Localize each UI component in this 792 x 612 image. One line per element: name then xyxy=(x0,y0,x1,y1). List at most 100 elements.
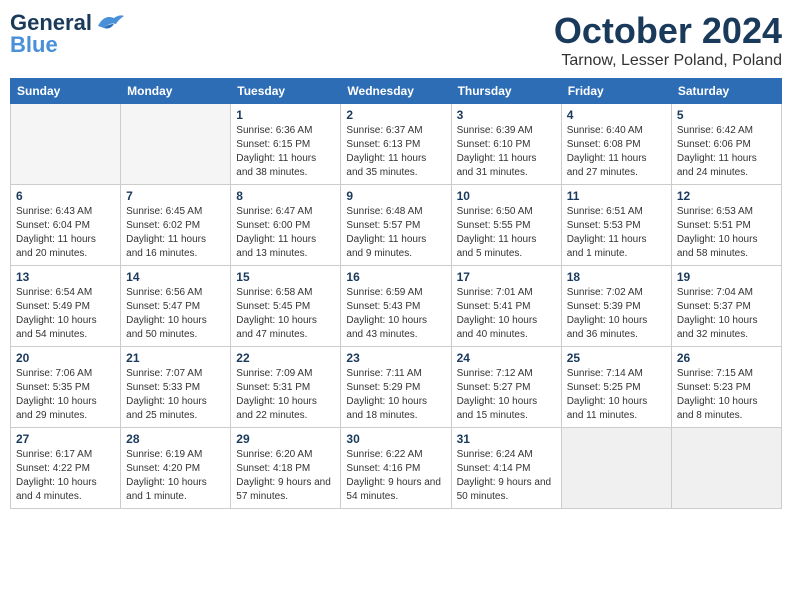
day-number: 11 xyxy=(567,189,666,203)
day-info: Sunrise: 6:51 AM Sunset: 5:53 PM Dayligh… xyxy=(567,205,666,261)
day-info: Sunrise: 6:54 AM Sunset: 5:49 PM Dayligh… xyxy=(16,286,115,342)
day-info: Sunrise: 7:01 AM Sunset: 5:41 PM Dayligh… xyxy=(457,286,556,342)
calendar-cell: 11 Sunrise: 6:51 AM Sunset: 5:53 PM Dayli… xyxy=(561,185,671,266)
day-number: 18 xyxy=(567,270,666,284)
calendar-header-friday: Friday xyxy=(561,79,671,104)
day-info: Sunrise: 7:11 AM Sunset: 5:29 PM Dayligh… xyxy=(346,367,445,423)
calendar-cell: 12 Sunrise: 6:53 AM Sunset: 5:51 PM Dayli… xyxy=(671,185,781,266)
day-number: 16 xyxy=(346,270,445,284)
day-info: Sunrise: 6:59 AM Sunset: 5:43 PM Dayligh… xyxy=(346,286,445,342)
day-number: 24 xyxy=(457,351,556,365)
calendar-cell: 27 Sunrise: 6:17 AM Sunset: 4:22 PM Dayli… xyxy=(11,428,121,509)
day-number: 1 xyxy=(236,108,335,122)
calendar-cell: 2 Sunrise: 6:37 AM Sunset: 6:13 PM Daylig… xyxy=(341,104,451,185)
calendar-header-thursday: Thursday xyxy=(451,79,561,104)
calendar-cell: 25 Sunrise: 7:14 AM Sunset: 5:25 PM Dayli… xyxy=(561,347,671,428)
day-info: Sunrise: 6:47 AM Sunset: 6:00 PM Dayligh… xyxy=(236,205,335,261)
day-number: 5 xyxy=(677,108,776,122)
calendar-cell xyxy=(11,104,121,185)
day-number: 2 xyxy=(346,108,445,122)
day-number: 27 xyxy=(16,432,115,446)
calendar-cell: 21 Sunrise: 7:07 AM Sunset: 5:33 PM Dayli… xyxy=(121,347,231,428)
day-info: Sunrise: 7:07 AM Sunset: 5:33 PM Dayligh… xyxy=(126,367,225,423)
day-number: 30 xyxy=(346,432,445,446)
calendar-cell xyxy=(671,428,781,509)
day-info: Sunrise: 6:22 AM Sunset: 4:16 PM Dayligh… xyxy=(346,448,445,504)
day-number: 20 xyxy=(16,351,115,365)
calendar-cell: 19Sunrise: 7:04 AM Sunset: 5:37 PM Dayli… xyxy=(671,266,781,347)
calendar-cell: 23Sunrise: 7:11 AM Sunset: 5:29 PM Dayli… xyxy=(341,347,451,428)
day-info: Sunrise: 6:24 AM Sunset: 4:14 PM Dayligh… xyxy=(457,448,556,504)
day-info: Sunrise: 7:02 AM Sunset: 5:39 PM Dayligh… xyxy=(567,286,666,342)
day-number: 8 xyxy=(236,189,335,203)
day-info: Sunrise: 6:45 AM Sunset: 6:02 PM Dayligh… xyxy=(126,205,225,261)
month-title: October 2024 xyxy=(554,10,782,52)
calendar-cell: 4 Sunrise: 6:40 AM Sunset: 6:08 PM Daylig… xyxy=(561,104,671,185)
day-info: Sunrise: 6:58 AM Sunset: 5:45 PM Dayligh… xyxy=(236,286,335,342)
day-info: Sunrise: 7:06 AM Sunset: 5:35 PM Dayligh… xyxy=(16,367,115,423)
day-number: 29 xyxy=(236,432,335,446)
day-number: 25 xyxy=(567,351,666,365)
day-info: Sunrise: 6:36 AM Sunset: 6:15 PM Dayligh… xyxy=(236,124,335,180)
calendar-cell: 7Sunrise: 6:45 AM Sunset: 6:02 PM Daylig… xyxy=(121,185,231,266)
calendar-cell: 28 Sunrise: 6:19 AM Sunset: 4:20 PM Dayli… xyxy=(121,428,231,509)
calendar-cell: 29 Sunrise: 6:20 AM Sunset: 4:18 PM Dayli… xyxy=(231,428,341,509)
calendar-header-sunday: Sunday xyxy=(11,79,121,104)
day-info: Sunrise: 6:40 AM Sunset: 6:08 PM Dayligh… xyxy=(567,124,666,180)
day-number: 19 xyxy=(677,270,776,284)
day-info: Sunrise: 6:17 AM Sunset: 4:22 PM Dayligh… xyxy=(16,448,115,504)
day-number: 15 xyxy=(236,270,335,284)
day-info: Sunrise: 6:48 AM Sunset: 5:57 PM Dayligh… xyxy=(346,205,445,261)
day-number: 13 xyxy=(16,270,115,284)
day-info: Sunrise: 6:39 AM Sunset: 6:10 PM Dayligh… xyxy=(457,124,556,180)
calendar-cell: 15 Sunrise: 6:58 AM Sunset: 5:45 PM Dayli… xyxy=(231,266,341,347)
calendar-cell: 18 Sunrise: 7:02 AM Sunset: 5:39 PM Dayli… xyxy=(561,266,671,347)
calendar-cell: 20 Sunrise: 7:06 AM Sunset: 5:35 PM Dayli… xyxy=(11,347,121,428)
location: Tarnow, Lesser Poland, Poland xyxy=(554,52,782,70)
calendar-header-tuesday: Tuesday xyxy=(231,79,341,104)
day-number: 26 xyxy=(677,351,776,365)
logo-bird-icon xyxy=(94,12,126,34)
logo: General Blue xyxy=(10,10,126,58)
calendar-cell: 5 Sunrise: 6:42 AM Sunset: 6:06 PM Daylig… xyxy=(671,104,781,185)
day-number: 9 xyxy=(346,189,445,203)
day-info: Sunrise: 6:53 AM Sunset: 5:51 PM Dayligh… xyxy=(677,205,776,261)
day-info: Sunrise: 7:15 AM Sunset: 5:23 PM Dayligh… xyxy=(677,367,776,423)
calendar-header-wednesday: Wednesday xyxy=(341,79,451,104)
day-number: 28 xyxy=(126,432,225,446)
calendar-cell: 8 Sunrise: 6:47 AM Sunset: 6:00 PM Daylig… xyxy=(231,185,341,266)
day-number: 6 xyxy=(16,189,115,203)
calendar-week-2: 6 Sunrise: 6:43 AM Sunset: 6:04 PM Daylig… xyxy=(11,185,782,266)
day-info: Sunrise: 6:50 AM Sunset: 5:55 PM Dayligh… xyxy=(457,205,556,261)
page-header: General Blue October 2024 Tarnow, Lesser… xyxy=(10,10,782,70)
day-info: Sunrise: 7:14 AM Sunset: 5:25 PM Dayligh… xyxy=(567,367,666,423)
calendar-table: SundayMondayTuesdayWednesdayThursdayFrid… xyxy=(10,78,782,509)
calendar-cell: 10 Sunrise: 6:50 AM Sunset: 5:55 PM Dayli… xyxy=(451,185,561,266)
day-number: 22 xyxy=(236,351,335,365)
calendar-cell: 6 Sunrise: 6:43 AM Sunset: 6:04 PM Daylig… xyxy=(11,185,121,266)
calendar-cell: 1 Sunrise: 6:36 AM Sunset: 6:15 PM Daylig… xyxy=(231,104,341,185)
day-info: Sunrise: 6:42 AM Sunset: 6:06 PM Dayligh… xyxy=(677,124,776,180)
day-number: 21 xyxy=(126,351,225,365)
calendar-cell: 3 Sunrise: 6:39 AM Sunset: 6:10 PM Daylig… xyxy=(451,104,561,185)
day-info: Sunrise: 6:37 AM Sunset: 6:13 PM Dayligh… xyxy=(346,124,445,180)
day-number: 3 xyxy=(457,108,556,122)
calendar-cell: 31 Sunrise: 6:24 AM Sunset: 4:14 PM Dayli… xyxy=(451,428,561,509)
day-info: Sunrise: 6:19 AM Sunset: 4:20 PM Dayligh… xyxy=(126,448,225,504)
title-section: October 2024 Tarnow, Lesser Poland, Pola… xyxy=(554,10,782,70)
day-number: 31 xyxy=(457,432,556,446)
calendar-cell: 16 Sunrise: 6:59 AM Sunset: 5:43 PM Dayli… xyxy=(341,266,451,347)
calendar-cell: 30 Sunrise: 6:22 AM Sunset: 4:16 PM Dayli… xyxy=(341,428,451,509)
calendar-week-3: 13 Sunrise: 6:54 AM Sunset: 5:49 PM Dayli… xyxy=(11,266,782,347)
day-info: Sunrise: 6:20 AM Sunset: 4:18 PM Dayligh… xyxy=(236,448,335,504)
day-number: 14 xyxy=(126,270,225,284)
calendar-cell: 17Sunrise: 7:01 AM Sunset: 5:41 PM Dayli… xyxy=(451,266,561,347)
day-number: 12 xyxy=(677,189,776,203)
calendar-header-row: SundayMondayTuesdayWednesdayThursdayFrid… xyxy=(11,79,782,104)
day-number: 10 xyxy=(457,189,556,203)
day-info: Sunrise: 6:56 AM Sunset: 5:47 PM Dayligh… xyxy=(126,286,225,342)
day-number: 4 xyxy=(567,108,666,122)
calendar-cell: 9 Sunrise: 6:48 AM Sunset: 5:57 PM Daylig… xyxy=(341,185,451,266)
day-info: Sunrise: 6:43 AM Sunset: 6:04 PM Dayligh… xyxy=(16,205,115,261)
calendar-cell xyxy=(121,104,231,185)
